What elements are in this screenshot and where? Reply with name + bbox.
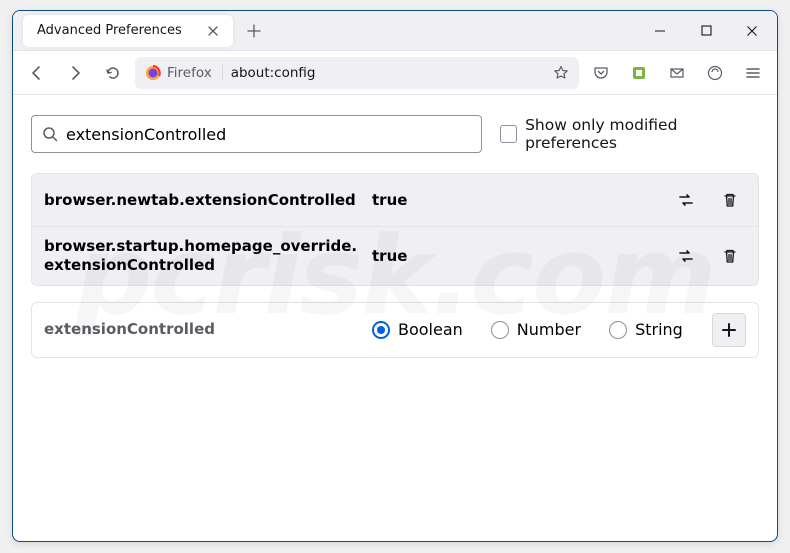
tab-bar: Advanced Preferences [13,11,777,51]
pref-name: browser.startup.homepage_override.extens… [44,237,360,275]
extension-button[interactable] [623,57,655,89]
url-text: about:config [231,65,545,81]
forward-button[interactable] [59,57,91,89]
menu-button[interactable] [737,57,769,89]
search-field-wrap [31,115,482,153]
pref-value: true [372,191,658,209]
radio-boolean[interactable]: Boolean [372,320,463,339]
tab-title: Advanced Preferences [37,23,182,38]
delete-button[interactable] [714,240,746,272]
tab-advanced-preferences[interactable]: Advanced Preferences [23,15,233,47]
radio-icon [372,321,390,339]
close-window-button[interactable] [731,13,773,49]
pocket-button[interactable] [585,57,617,89]
radio-icon [491,321,509,339]
toggle-button[interactable] [670,184,702,216]
radio-label: Number [517,320,581,339]
preferences-table: browser.newtab.extensionControlled true … [31,173,759,286]
radio-number[interactable]: Number [491,320,581,339]
minimize-button[interactable] [639,13,681,49]
close-icon[interactable] [207,25,219,37]
navigation-toolbar: Firefox about:config [13,51,777,95]
new-tab-button[interactable] [247,24,261,38]
pref-value: true [372,247,658,265]
maximize-button[interactable] [685,13,727,49]
show-modified-checkbox[interactable]: Show only modified preferences [500,116,759,152]
bookmark-star-icon[interactable] [553,65,569,81]
identity-label: Firefox [167,65,212,81]
radio-label: String [635,320,683,339]
back-button[interactable] [21,57,53,89]
account-button[interactable] [699,57,731,89]
delete-button[interactable] [714,184,746,216]
firefox-icon [145,65,161,81]
radio-icon [609,321,627,339]
window-controls [639,13,777,49]
new-pref-row: extensionControlled Boolean Number Strin… [31,302,759,358]
pref-name: browser.newtab.extensionControlled [44,191,360,210]
browser-window: Advanced Preferences [12,10,778,542]
checkbox-label: Show only modified preferences [525,116,759,152]
search-row: Show only modified preferences [31,115,759,153]
about-config-content: Show only modified preferences browser.n… [13,95,777,358]
checkbox-icon [500,125,517,143]
add-button[interactable] [712,313,746,347]
pref-row: browser.startup.homepage_override.extens… [32,226,758,285]
new-pref-name: extensionControlled [44,320,360,339]
search-icon [42,126,58,142]
pref-row: browser.newtab.extensionControlled true [32,174,758,226]
radio-label: Boolean [398,320,463,339]
type-selector: Boolean Number String [372,320,700,339]
pref-row: extensionControlled Boolean Number Strin… [32,303,758,357]
reload-button[interactable] [97,57,129,89]
search-input[interactable] [66,125,471,144]
address-bar[interactable]: Firefox about:config [135,57,579,89]
site-identity[interactable]: Firefox [145,65,223,81]
mail-button[interactable] [661,57,693,89]
toggle-button[interactable] [670,240,702,272]
radio-string[interactable]: String [609,320,683,339]
